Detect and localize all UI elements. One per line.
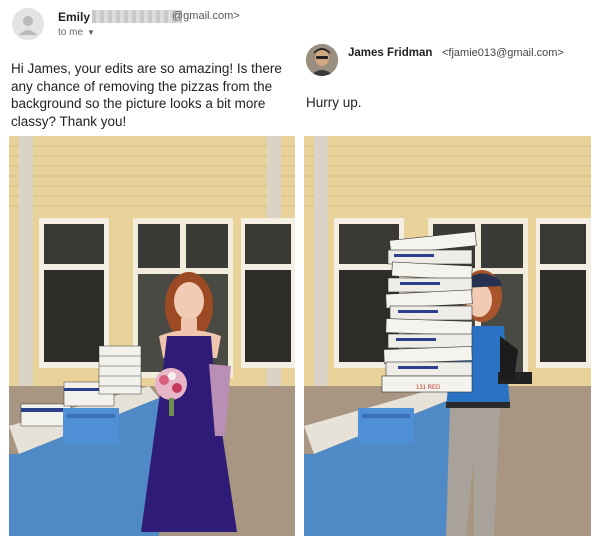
recipient-line[interactable]: to me ▼: [58, 27, 95, 38]
original-photo: [9, 136, 295, 536]
person-icon: [19, 16, 37, 35]
pizza-box-label: 131 RED: [416, 385, 441, 391]
recipient-label: to me: [58, 27, 84, 38]
edited-photo: 131 RED: [304, 136, 591, 536]
redacted-email-blur: [92, 10, 182, 23]
reply-sender-avatar[interactable]: [306, 44, 338, 76]
person-photo-icon: [306, 44, 338, 76]
reply-sender-name: James Fridman: [348, 47, 433, 59]
sender-email-domain: @gmail.com>: [172, 10, 240, 22]
chevron-down-icon[interactable]: ▼: [87, 28, 95, 37]
email-body: Hi James, your edits are so amazing! Is …: [11, 61, 282, 129]
reply-body: Hurry up.: [306, 95, 362, 110]
sender-avatar[interactable]: [12, 8, 44, 40]
sender-name: Emily: [58, 10, 91, 24]
reply-sender-email: <fjamie013@gmail.com>: [442, 47, 564, 59]
